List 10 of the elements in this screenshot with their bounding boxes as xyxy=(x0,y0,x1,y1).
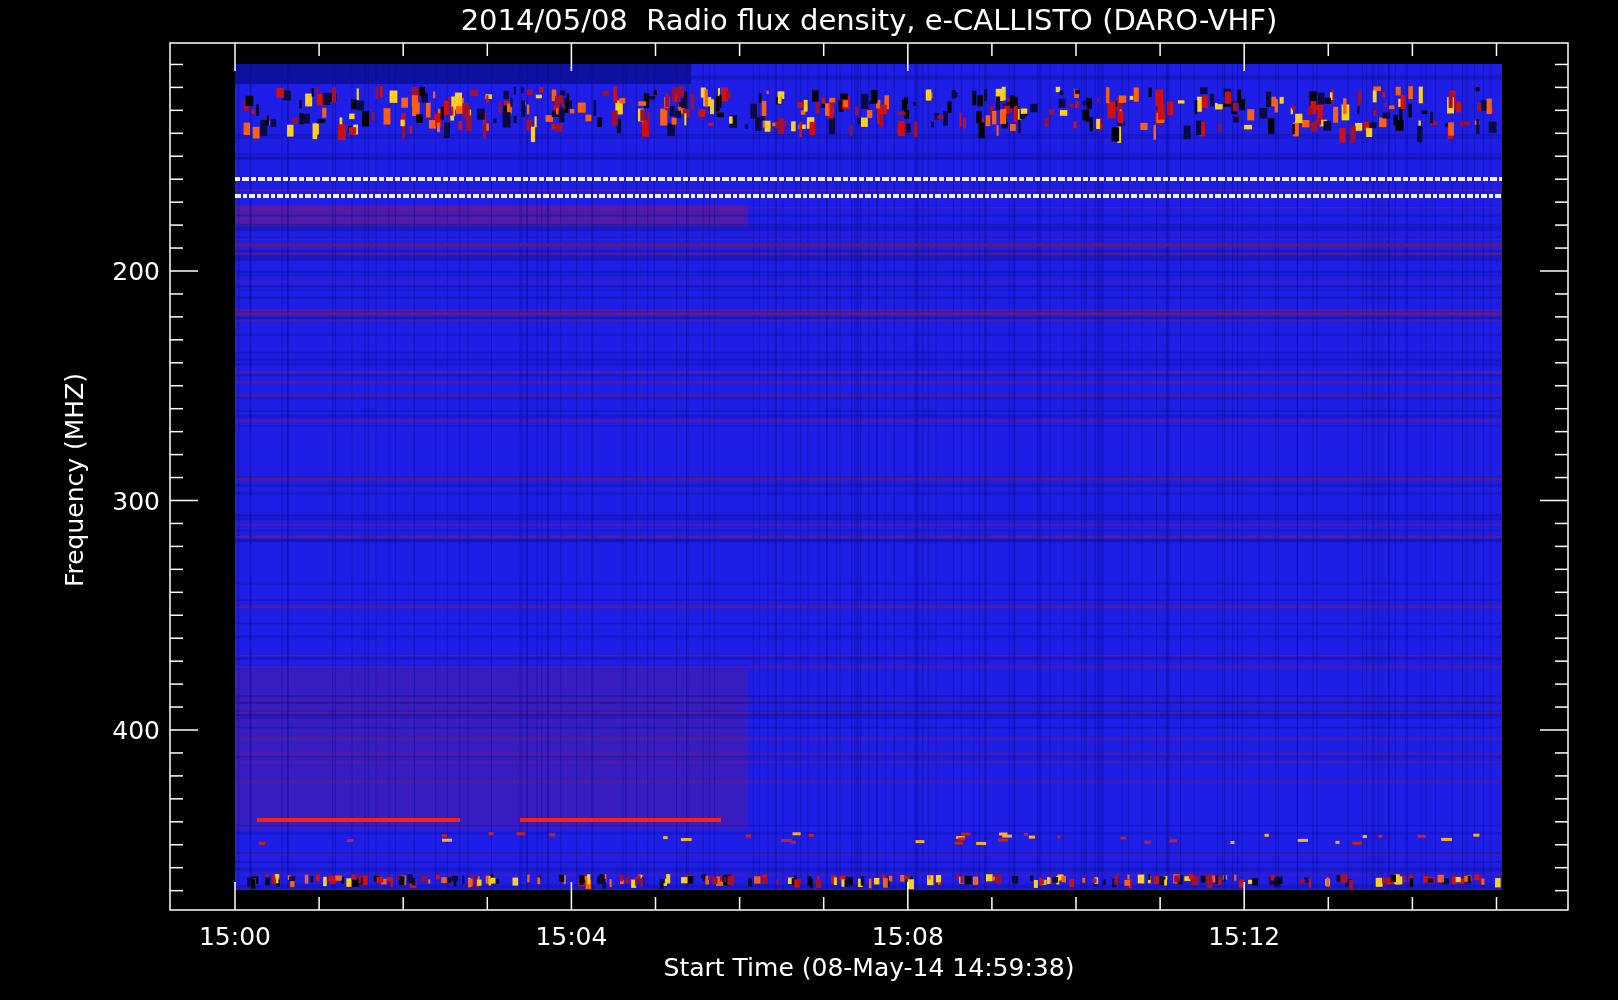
chart-title: 2014/05/08 Radio flux density, e-CALLISTO (DARO-VHF) xyxy=(460,3,1278,37)
tick-label: 200 xyxy=(112,257,160,286)
axis-label: Start Time (08-May-14 14:59:38) xyxy=(663,953,1075,982)
tick-label: 15:00 xyxy=(199,922,271,951)
tick-label: 400 xyxy=(112,716,160,745)
tick-label: 300 xyxy=(112,486,160,516)
tick-label: 15:12 xyxy=(1208,922,1281,951)
axis-label: Frequency (MHZ) xyxy=(60,372,89,588)
tick-label: 15:04 xyxy=(535,922,608,951)
tick-label: 15:08 xyxy=(871,922,944,951)
